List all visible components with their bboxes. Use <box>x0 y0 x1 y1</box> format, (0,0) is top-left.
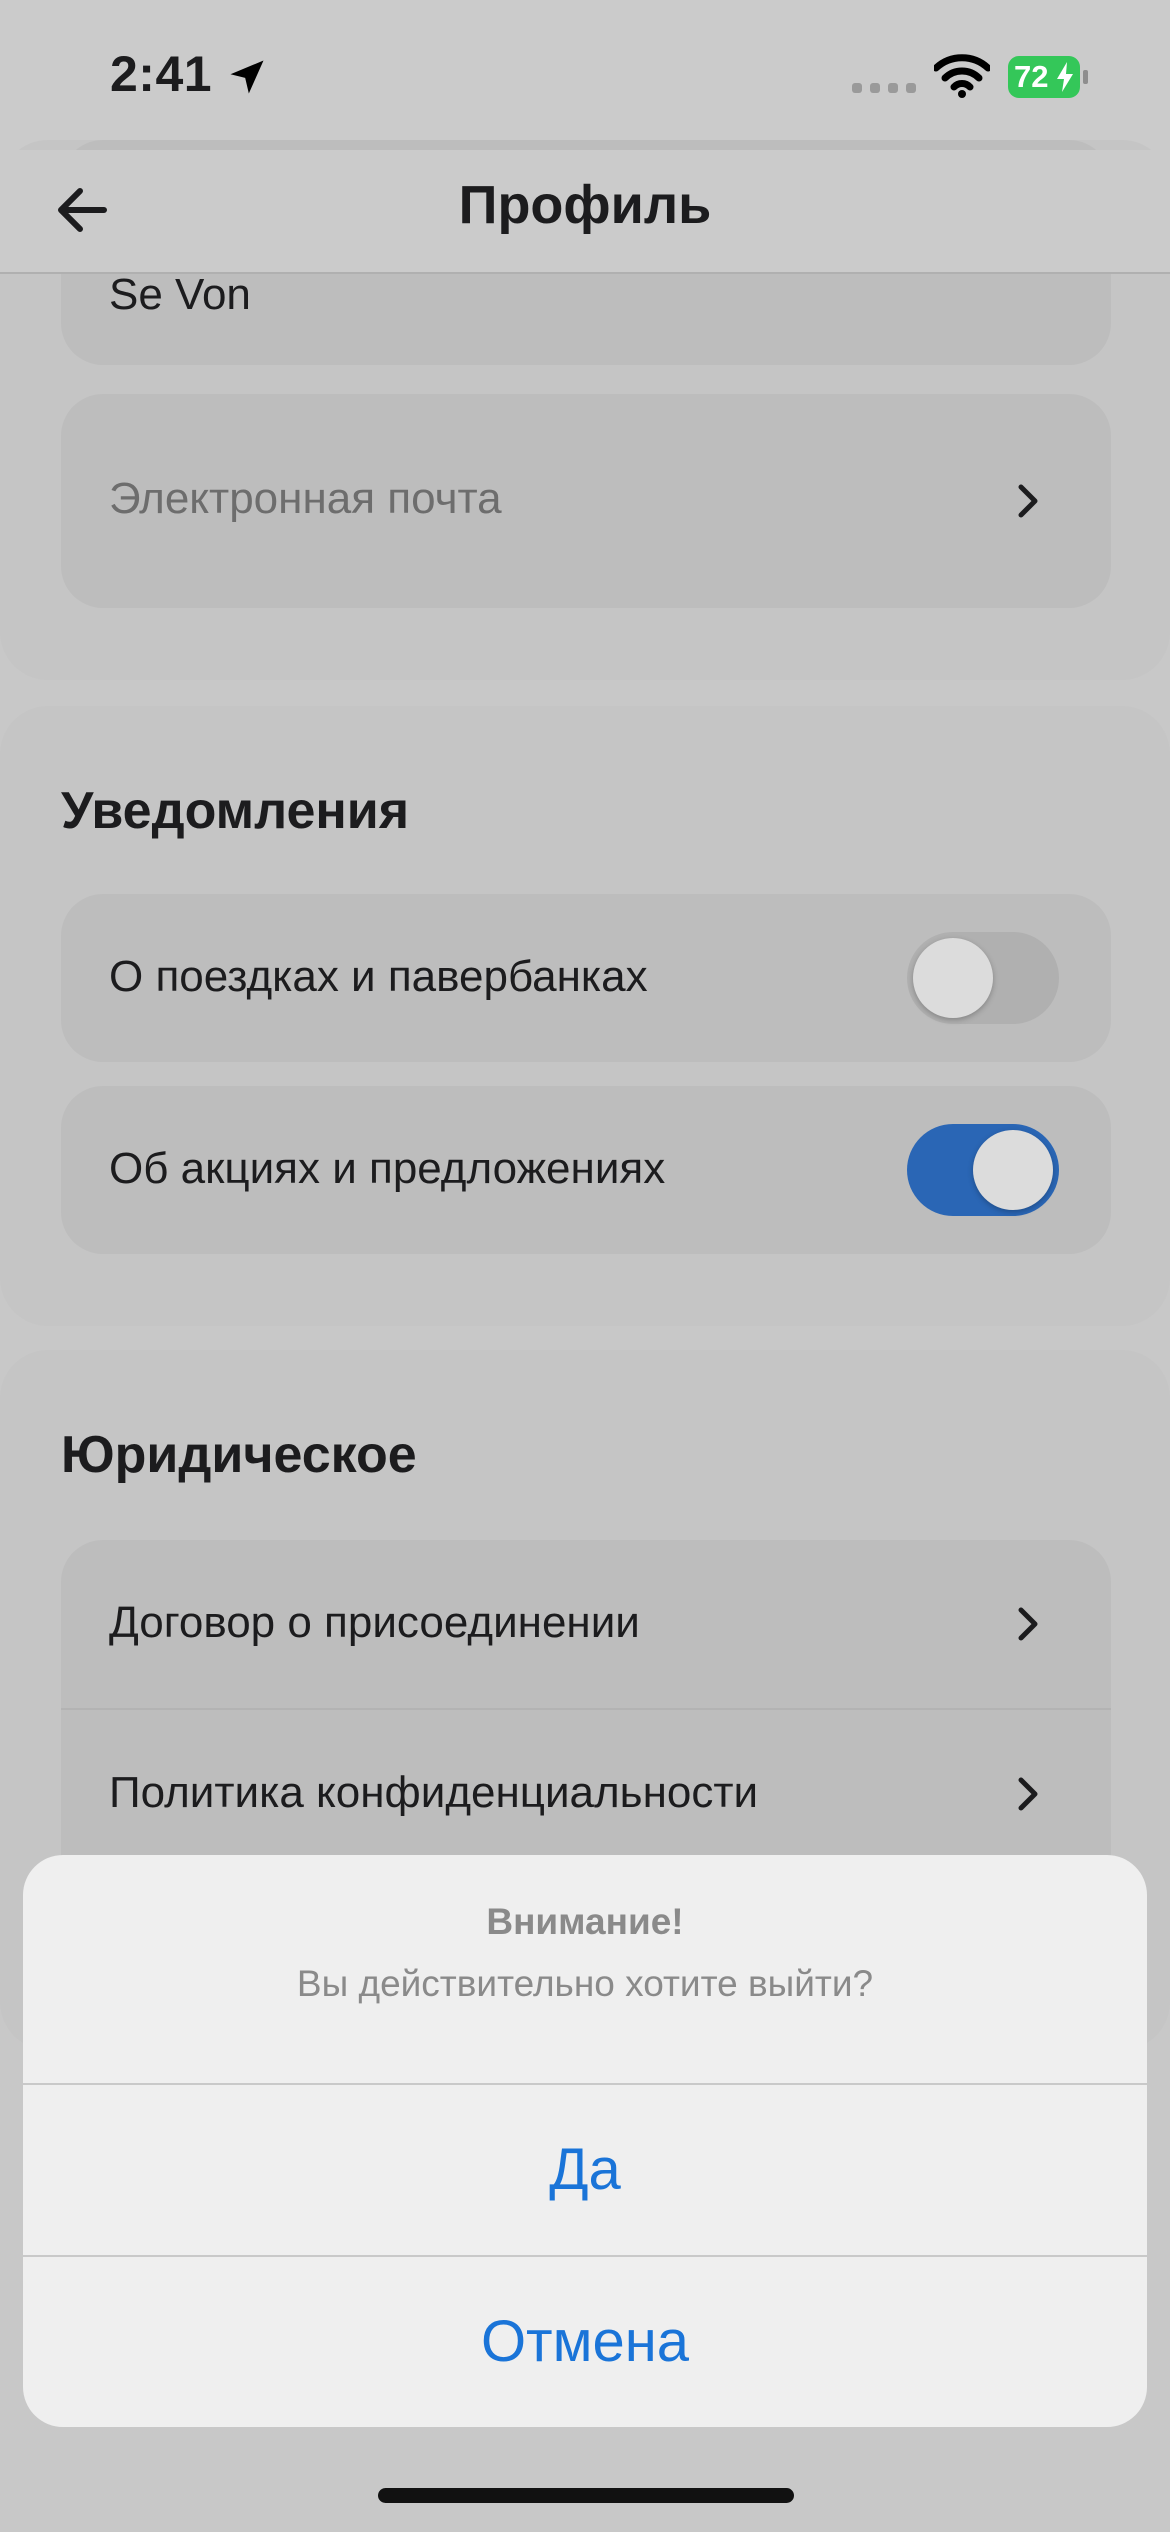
notifications-card: Уведомления О поездках и павербанках Об … <box>0 706 1170 1326</box>
legal-label: Договор о присоединении <box>109 1598 640 1647</box>
chevron-right-icon <box>1018 484 1038 518</box>
promos-toggle[interactable] <box>907 1124 1059 1216</box>
notification-label: О поездках и павербанках <box>109 952 648 1001</box>
toggle-knob <box>973 1130 1053 1210</box>
location-arrow-icon <box>230 60 264 94</box>
confirm-button[interactable]: Да <box>23 2085 1147 2255</box>
chevron-right-icon <box>1018 1777 1038 1811</box>
cancel-button[interactable]: Отмена <box>23 2257 1147 2427</box>
navigation-bar: Профиль <box>0 150 1170 274</box>
notification-label: Об акциях и предложениях <box>109 1144 666 1193</box>
wifi-icon <box>934 54 990 98</box>
legal-row-privacy[interactable]: Политика конфиденциальности <box>61 1710 1111 1878</box>
cellular-signal-icon <box>852 83 916 93</box>
battery-cap <box>1083 70 1088 84</box>
legal-label: Политика конфиденциальности <box>109 1768 759 1817</box>
battery-level: 72 <box>1014 59 1049 94</box>
email-placeholder: Электронная почта <box>109 474 502 523</box>
status-bar: 2:41 72 <box>0 0 1170 150</box>
battery-indicator: 72 <box>1008 56 1088 100</box>
trips-toggle[interactable] <box>907 932 1059 1024</box>
section-title: Уведомления <box>61 782 410 840</box>
charging-bolt-icon <box>1057 62 1073 92</box>
alert-title: Внимание! <box>486 1901 684 1942</box>
email-row[interactable]: Электронная почта <box>61 394 1111 608</box>
notification-row-trips[interactable]: О поездках и павербанках <box>61 894 1111 1062</box>
logout-alert: Внимание! Вы действительно хотите выйти?… <box>23 1855 1147 2427</box>
toggle-knob <box>913 938 993 1018</box>
name-value: Se Von <box>109 270 251 319</box>
chevron-right-icon <box>1018 1607 1038 1641</box>
page-title: Профиль <box>458 175 712 235</box>
alert-message: Вы действительно хотите выйти? <box>296 1963 874 2004</box>
legal-row-agreement[interactable]: Договор о присоединении <box>61 1540 1111 1708</box>
status-time: 2:41 <box>110 46 213 102</box>
notification-row-promos[interactable]: Об акциях и предложениях <box>61 1086 1111 1254</box>
home-indicator[interactable] <box>378 2488 794 2503</box>
section-title: Юридическое <box>61 1426 417 1484</box>
